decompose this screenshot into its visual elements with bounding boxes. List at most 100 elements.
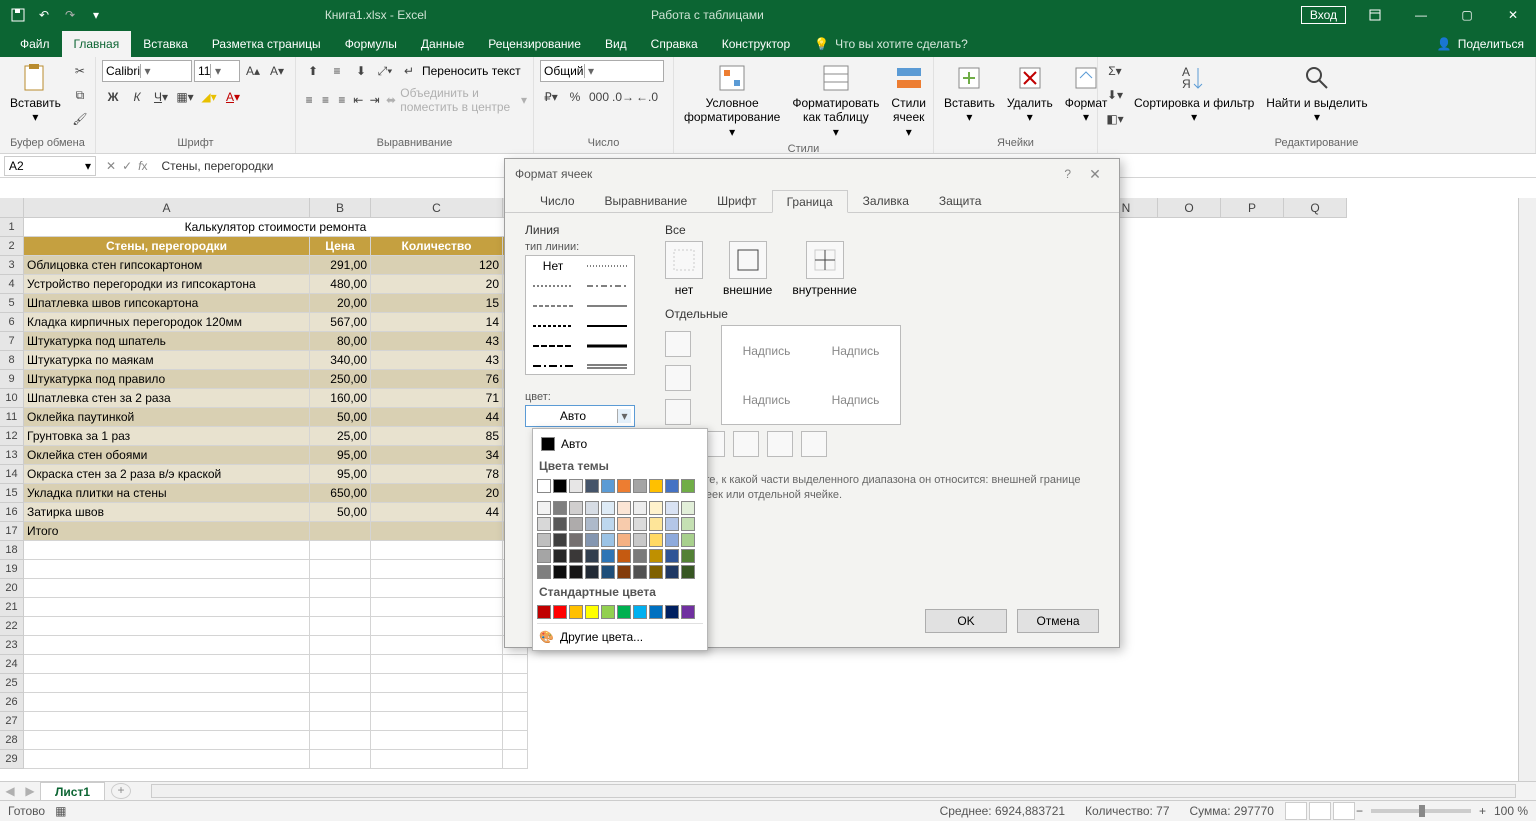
cell[interactable]: 250,00 bbox=[310, 370, 371, 389]
fill-icon[interactable]: ⬇▾ bbox=[1104, 84, 1126, 106]
row-header[interactable]: 5 bbox=[0, 294, 24, 313]
cell[interactable] bbox=[371, 636, 503, 655]
cond-format-button[interactable]: Условное форматирование▾ bbox=[680, 60, 784, 141]
cell[interactable]: Окраска стен за 2 раза в/э краской bbox=[24, 465, 310, 484]
cell[interactable]: 480,00 bbox=[310, 275, 371, 294]
zoom-out-icon[interactable]: − bbox=[1356, 804, 1363, 818]
col-header[interactable]: O bbox=[1158, 198, 1221, 218]
color-swatch[interactable] bbox=[665, 501, 679, 515]
undo-icon[interactable]: ↶ bbox=[34, 5, 54, 25]
row-header[interactable]: 9 bbox=[0, 370, 24, 389]
cell[interactable]: 43 bbox=[371, 351, 503, 370]
find-select-button[interactable]: Найти и выделить▾ bbox=[1262, 60, 1371, 127]
color-swatch[interactable] bbox=[681, 479, 695, 493]
cell[interactable] bbox=[371, 655, 503, 674]
cell[interactable]: Итого bbox=[24, 522, 310, 541]
italic-button[interactable]: К bbox=[126, 86, 148, 108]
color-swatch[interactable] bbox=[681, 549, 695, 563]
color-swatch[interactable] bbox=[569, 549, 583, 563]
enter-formula-icon[interactable]: ✓ bbox=[122, 159, 132, 173]
autosum-icon[interactable]: Σ▾ bbox=[1104, 60, 1126, 82]
col-header[interactable]: B bbox=[310, 198, 371, 218]
color-swatch[interactable] bbox=[617, 533, 631, 547]
number-format-combo[interactable]: Общий▾ bbox=[540, 60, 664, 82]
cell[interactable] bbox=[310, 693, 371, 712]
cell[interactable]: Штукатурка под шпатель bbox=[24, 332, 310, 351]
font-size-combo[interactable]: 11▾ bbox=[194, 60, 240, 82]
color-swatch[interactable] bbox=[537, 517, 551, 531]
color-swatch[interactable] bbox=[569, 565, 583, 579]
color-swatch[interactable] bbox=[585, 565, 599, 579]
color-swatch[interactable] bbox=[553, 479, 567, 493]
cancel-formula-icon[interactable]: ✕ bbox=[106, 159, 116, 173]
cell[interactable]: 567,00 bbox=[310, 313, 371, 332]
cell[interactable]: Шпатлевка швов гипсокартона bbox=[24, 294, 310, 313]
cell[interactable] bbox=[310, 674, 371, 693]
cell[interactable] bbox=[371, 674, 503, 693]
row-header[interactable]: 15 bbox=[0, 484, 24, 503]
cell[interactable] bbox=[371, 598, 503, 617]
tab-help[interactable]: Справка bbox=[639, 31, 710, 57]
borders-button[interactable]: ▦▾ bbox=[174, 86, 196, 108]
cell[interactable] bbox=[371, 579, 503, 598]
tab-layout[interactable]: Разметка страницы bbox=[200, 31, 333, 57]
zoom-level[interactable]: 100 % bbox=[1494, 804, 1528, 818]
row-header[interactable]: 13 bbox=[0, 446, 24, 465]
color-swatch[interactable] bbox=[665, 565, 679, 579]
cell[interactable] bbox=[24, 693, 310, 712]
cell[interactable] bbox=[310, 712, 371, 731]
color-swatch[interactable] bbox=[649, 479, 663, 493]
dialog-close-icon[interactable]: ✕ bbox=[1081, 166, 1109, 183]
cell[interactable] bbox=[24, 731, 310, 750]
row-header[interactable]: 28 bbox=[0, 731, 24, 750]
col-header[interactable]: P bbox=[1221, 198, 1284, 218]
line-style-list[interactable]: Нет bbox=[525, 255, 635, 375]
dialog-tab[interactable]: Граница bbox=[772, 190, 848, 213]
color-swatch[interactable] bbox=[569, 479, 583, 493]
shrink-font-icon[interactable]: A▾ bbox=[266, 60, 288, 82]
cell[interactable] bbox=[310, 560, 371, 579]
merge-button[interactable]: ⬌ bbox=[384, 89, 398, 111]
comma-icon[interactable]: 000 bbox=[588, 86, 610, 108]
cell[interactable] bbox=[371, 731, 503, 750]
wrap-text-button[interactable]: ↵ bbox=[398, 60, 420, 82]
color-swatch[interactable] bbox=[633, 533, 647, 547]
row-header[interactable]: 7 bbox=[0, 332, 24, 351]
color-swatch[interactable] bbox=[585, 479, 599, 493]
font-name-combo[interactable]: Calibri▾ bbox=[102, 60, 192, 82]
bold-button[interactable]: Ж bbox=[102, 86, 124, 108]
font-color-button[interactable]: A▾ bbox=[222, 86, 244, 108]
cell[interactable]: 50,00 bbox=[310, 408, 371, 427]
cell[interactable]: 95,00 bbox=[310, 465, 371, 484]
cell[interactable]: 120 bbox=[371, 256, 503, 275]
cell[interactable]: 650,00 bbox=[310, 484, 371, 503]
color-swatch[interactable] bbox=[633, 479, 647, 493]
cell[interactable] bbox=[310, 731, 371, 750]
color-swatch[interactable] bbox=[601, 549, 615, 563]
cell[interactable]: Затирка швов bbox=[24, 503, 310, 522]
row-header[interactable]: 23 bbox=[0, 636, 24, 655]
color-swatch[interactable] bbox=[649, 501, 663, 515]
cell[interactable] bbox=[24, 655, 310, 674]
row-header[interactable]: 14 bbox=[0, 465, 24, 484]
color-swatch[interactable] bbox=[537, 605, 551, 619]
tab-insert[interactable]: Вставка bbox=[131, 31, 200, 57]
color-swatch[interactable] bbox=[617, 479, 631, 493]
align-center-icon[interactable]: ≡ bbox=[318, 89, 332, 111]
cell[interactable]: 44 bbox=[371, 503, 503, 522]
cell[interactable]: 50,00 bbox=[310, 503, 371, 522]
cell[interactable]: Количество bbox=[371, 237, 503, 256]
ok-button[interactable]: OK bbox=[925, 609, 1007, 633]
more-colors[interactable]: 🎨 Другие цвета... bbox=[537, 623, 703, 646]
border-top[interactable] bbox=[665, 331, 691, 357]
row-header[interactable]: 11 bbox=[0, 408, 24, 427]
align-top-icon[interactable]: ⬆ bbox=[302, 60, 324, 82]
cell-title[interactable]: Калькулятор стоимости ремонта bbox=[24, 218, 528, 237]
color-swatch[interactable] bbox=[537, 479, 551, 493]
login-button[interactable]: Вход bbox=[1301, 6, 1346, 24]
cell[interactable]: 25,00 bbox=[310, 427, 371, 446]
underline-button[interactable]: Ч▾ bbox=[150, 86, 172, 108]
sheet-tab[interactable]: Лист1 bbox=[40, 782, 105, 801]
dialog-tab[interactable]: Выравнивание bbox=[590, 189, 703, 212]
color-swatch[interactable] bbox=[681, 605, 695, 619]
